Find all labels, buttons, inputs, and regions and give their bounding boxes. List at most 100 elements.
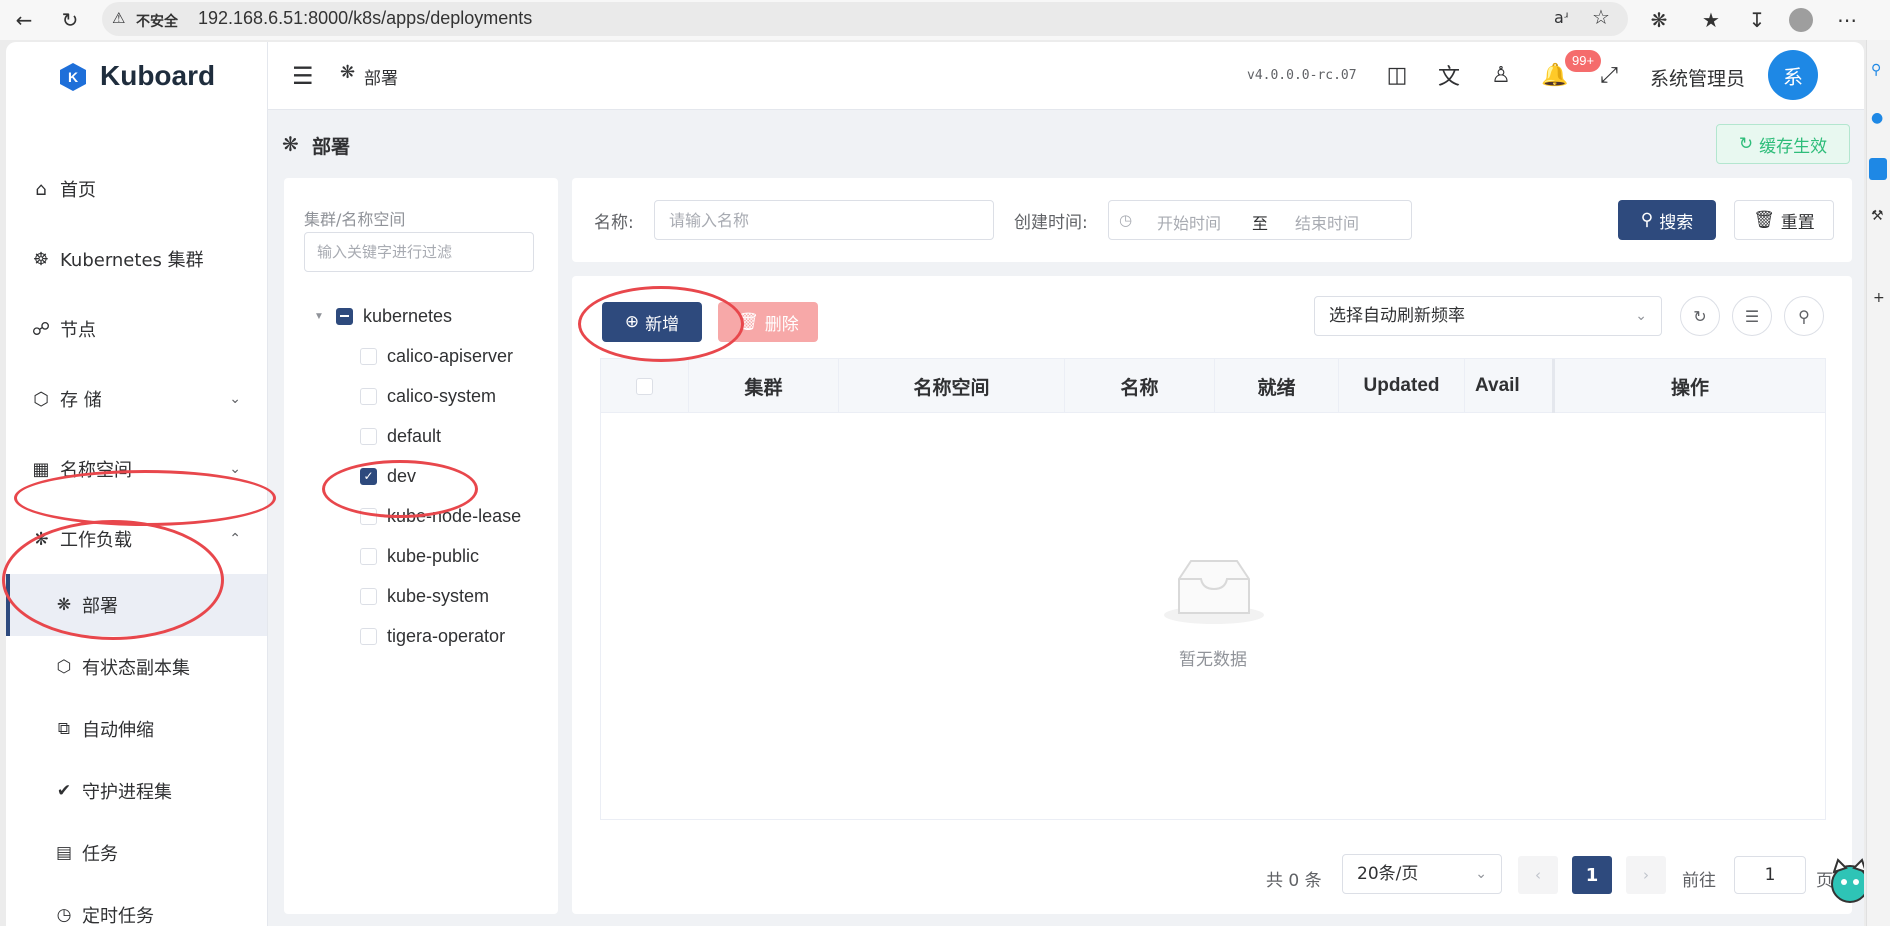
name-search-input[interactable] bbox=[654, 200, 994, 240]
warning-icon: ⚠ bbox=[112, 9, 126, 27]
tree-checkbox[interactable] bbox=[360, 627, 377, 645]
sidebar-item-daemonset[interactable]: ✔ 守护进程集 bbox=[6, 760, 267, 822]
refresh-icon[interactable]: ↻ bbox=[1680, 296, 1720, 336]
tree-checkbox[interactable] bbox=[360, 587, 377, 605]
kuboard-logo-icon: K bbox=[60, 63, 86, 91]
sidebar-item-label: 有状态副本集 bbox=[82, 658, 190, 679]
column-header[interactable]: 集群 bbox=[689, 359, 839, 413]
reload-icon[interactable]: ↻ bbox=[56, 6, 84, 34]
auto-refresh-select[interactable]: 选择自动刷新频率 ⌄ bbox=[1314, 296, 1662, 336]
favorites-icon[interactable]: ★ bbox=[1698, 7, 1724, 33]
tree-node-root[interactable]: ▼ kubernetes bbox=[284, 296, 558, 336]
refresh-cache-button[interactable]: ↻ 缓存生效 bbox=[1716, 124, 1850, 164]
favorite-star-icon[interactable]: ☆ bbox=[1592, 5, 1610, 29]
cronjob-icon: ◷ bbox=[56, 905, 72, 925]
tree-node[interactable]: default bbox=[284, 416, 558, 456]
sidebar-item-cronjob[interactable]: ◷ 定时任务 bbox=[6, 884, 267, 926]
sidebar-item-storage[interactable]: ⬡ 存 储 ⌄ bbox=[6, 368, 267, 430]
user-name[interactable]: 系统管理员 bbox=[1650, 64, 1745, 91]
extensions-icon[interactable]: ❋ bbox=[1646, 7, 1672, 33]
goto-label: 前往 bbox=[1682, 871, 1716, 891]
tree-checkbox[interactable] bbox=[360, 547, 377, 565]
next-page-button[interactable]: › bbox=[1626, 856, 1666, 894]
column-header[interactable]: 名称 bbox=[1065, 359, 1215, 413]
reset-button[interactable]: 🗑 重置 bbox=[1734, 200, 1834, 240]
page-number-current[interactable]: 1 bbox=[1572, 856, 1612, 894]
sidebar-item-label: Kubernetes 集群 bbox=[60, 250, 204, 271]
tree-filter-input[interactable] bbox=[304, 232, 534, 272]
chevron-down-icon: ⌄ bbox=[1475, 866, 1487, 882]
sidebar-item-home[interactable]: ⌂ 首页 bbox=[6, 158, 267, 220]
language-icon[interactable]: 文 bbox=[1434, 60, 1464, 90]
caret-down-icon[interactable]: ▼ bbox=[314, 311, 326, 322]
tree-node-label: tigera-operator bbox=[387, 625, 506, 646]
annotation-circle-dev bbox=[322, 460, 478, 518]
search-icon: ⚲ bbox=[1640, 210, 1654, 230]
address-bar[interactable]: ⚠ 不安全 192.168.6.51:8000/k8s/apps/deploym… bbox=[102, 2, 1628, 36]
empty-text: 暂无数据 bbox=[1179, 650, 1247, 670]
column-settings-icon[interactable]: ☰ bbox=[1732, 296, 1772, 336]
back-icon[interactable]: ← bbox=[10, 6, 38, 34]
mascot-cat-icon[interactable] bbox=[1826, 856, 1864, 904]
autoscale-icon: ⧉ bbox=[57, 719, 71, 739]
side-office-icon[interactable] bbox=[1869, 158, 1887, 180]
side-add-icon[interactable]: + bbox=[1873, 290, 1885, 306]
sidebar-item-label: 节点 bbox=[60, 320, 96, 341]
search-button[interactable]: ⚲ 搜索 bbox=[1618, 200, 1716, 240]
column-header[interactable]: 名称空间 bbox=[839, 359, 1065, 413]
sidebar-item-nodes[interactable]: ☍ 节点 bbox=[6, 298, 267, 360]
side-tools-icon[interactable]: ⚒ bbox=[1871, 208, 1884, 224]
column-header[interactable]: 就绪 bbox=[1215, 359, 1339, 413]
avatar[interactable]: 系 bbox=[1768, 50, 1818, 100]
side-search-icon[interactable]: ⚲ bbox=[1871, 62, 1881, 78]
tree-checkbox[interactable] bbox=[360, 347, 377, 365]
refresh-icon: ↻ bbox=[1738, 134, 1754, 154]
chevron-down-icon: ⌄ bbox=[1635, 308, 1647, 324]
deployment-icon: ❋ bbox=[282, 132, 299, 156]
created-time-label: 创建时间: bbox=[1014, 213, 1088, 233]
search-toggle-icon[interactable]: ⚲ bbox=[1784, 296, 1824, 336]
profile-icon[interactable] bbox=[1788, 7, 1814, 33]
fullscreen-icon[interactable]: ⤢ bbox=[1594, 60, 1624, 90]
brand-name[interactable]: Kuboard bbox=[100, 60, 215, 92]
sidebar-item-label: 存 储 bbox=[60, 390, 102, 411]
reset-button-label: 重置 bbox=[1780, 212, 1815, 233]
more-menu-icon[interactable]: ⋯ bbox=[1834, 7, 1860, 33]
sidebar-item-cluster[interactable]: ☸ Kubernetes 集群 bbox=[6, 228, 267, 290]
tree-node[interactable]: calico-apiserver bbox=[284, 336, 558, 376]
total-count: 共 0 条 bbox=[1266, 871, 1322, 891]
sidebar-item-job[interactable]: ▤ 任务 bbox=[6, 822, 267, 884]
tree-node-label: calico-apiserver bbox=[387, 345, 514, 366]
tree-checkbox[interactable] bbox=[360, 427, 377, 445]
page-size-select[interactable]: 20条/页 ⌄ bbox=[1342, 854, 1502, 894]
tree-node[interactable]: tigera-operator bbox=[284, 616, 558, 656]
tree-node[interactable]: kube-system bbox=[284, 576, 558, 616]
column-header[interactable]: Avail bbox=[1465, 359, 1555, 413]
breadcrumb[interactable]: 部署 bbox=[364, 64, 398, 89]
sidebar-item-statefulset[interactable]: ⬡ 有状态副本集 bbox=[6, 636, 267, 698]
delete-button-label: 删除 bbox=[764, 314, 799, 335]
tree-title: 集群/名称空间 bbox=[304, 210, 406, 229]
tree-node[interactable]: kube-public bbox=[284, 536, 558, 576]
sidebar-item-autoscale[interactable]: ⧉ 自动伸缩 bbox=[6, 698, 267, 760]
tree-checkbox[interactable] bbox=[360, 387, 377, 405]
theme-shirt-icon[interactable]: ♙ bbox=[1486, 60, 1516, 90]
sidebar-item-label: 守护进程集 bbox=[82, 782, 172, 803]
select-all-checkbox[interactable] bbox=[636, 377, 653, 395]
end-date-input[interactable]: 结束时间 bbox=[1295, 210, 1359, 234]
prev-page-button[interactable]: ‹ bbox=[1518, 856, 1558, 894]
menu-toggle-icon[interactable]: ☰ bbox=[292, 62, 318, 90]
goto-page-input[interactable] bbox=[1734, 856, 1806, 894]
tree-node[interactable]: calico-system bbox=[284, 376, 558, 416]
sidebar-item-label: 定时任务 bbox=[82, 906, 154, 926]
start-date-input[interactable]: 开始时间 bbox=[1157, 210, 1221, 234]
downloads-icon[interactable]: ↧ bbox=[1744, 7, 1770, 33]
layout-icon[interactable]: ◫ bbox=[1382, 60, 1412, 90]
nodes-icon: ☍ bbox=[31, 318, 51, 340]
date-range-picker[interactable]: ◷ 开始时间 至 结束时间 bbox=[1108, 200, 1412, 240]
svg-text:K: K bbox=[68, 69, 78, 85]
tree-checkbox[interactable] bbox=[336, 307, 353, 325]
column-header[interactable]: Updated bbox=[1339, 359, 1465, 413]
side-copilot-icon[interactable]: ● bbox=[1871, 110, 1883, 126]
read-aloud-icon[interactable]: aʴ bbox=[1554, 8, 1569, 27]
